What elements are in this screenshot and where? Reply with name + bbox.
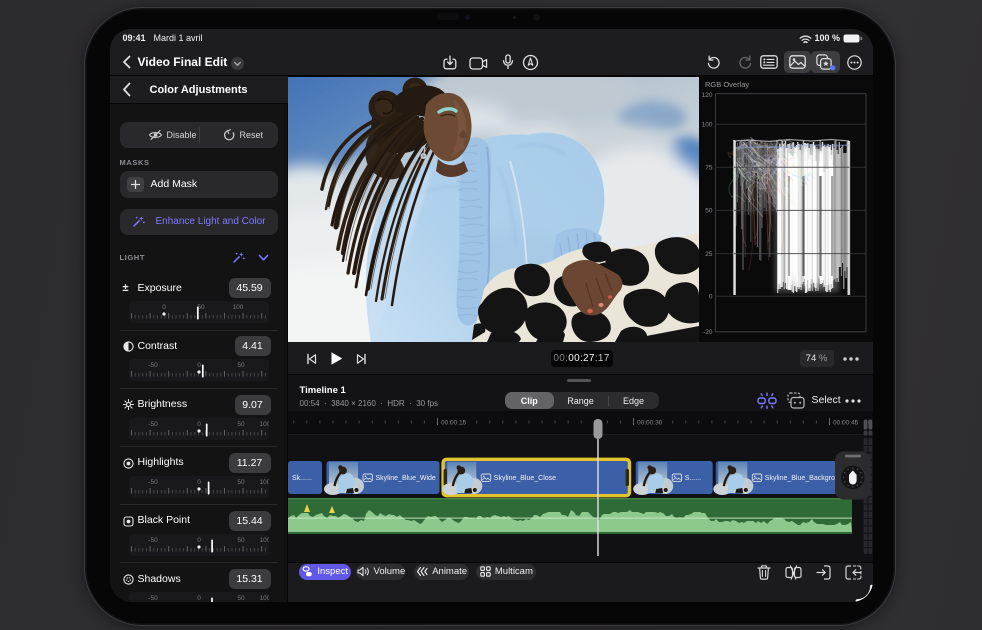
svg-text:100: 100 (259, 421, 268, 428)
svg-text:50: 50 (237, 595, 245, 602)
svg-text:Skyline_Blue_Backgroun: Skyline_Blue_Backgroun (764, 475, 842, 482)
svg-text:-50: -50 (148, 537, 158, 544)
svg-text:-50: -50 (148, 362, 158, 369)
svg-text:0: 0 (162, 304, 166, 311)
svg-text:100: 100 (701, 121, 712, 128)
svg-text:0: 0 (197, 595, 201, 602)
svg-text:S......: S...... (684, 475, 700, 482)
svg-text:Sk......: Sk...... (292, 475, 312, 482)
svg-text:0: 0 (197, 479, 201, 486)
svg-text:25: 25 (705, 250, 713, 257)
svg-text:Skyline_Blue_Wide: Skyline_Blue_Wide (375, 475, 435, 482)
svg-text:RGB Overlay: RGB Overlay (705, 80, 749, 89)
svg-text:50: 50 (705, 207, 713, 214)
svg-text:0: 0 (708, 293, 712, 300)
svg-text:00:00:30: 00:00:30 (637, 419, 663, 426)
svg-text:50: 50 (237, 362, 245, 369)
svg-text:00:00:15: 00:00:15 (441, 419, 467, 426)
svg-text:-50: -50 (148, 421, 158, 428)
svg-text:100: 100 (259, 479, 268, 486)
svg-text:-20: -20 (703, 329, 713, 336)
svg-text:120: 120 (701, 92, 712, 99)
svg-text:-50: -50 (148, 595, 158, 602)
svg-text:0: 0 (197, 421, 201, 428)
svg-text:Skyline_Blue_Close: Skyline_Blue_Close (493, 475, 555, 482)
svg-text:0: 0 (197, 537, 201, 544)
svg-text:50: 50 (237, 421, 245, 428)
svg-text:75: 75 (705, 164, 713, 171)
svg-text:0: 0 (197, 362, 201, 369)
svg-text:100: 100 (259, 595, 268, 602)
svg-text:50: 50 (237, 537, 245, 544)
svg-text:-50: -50 (148, 479, 158, 486)
svg-text:100: 100 (232, 304, 243, 311)
svg-text:50: 50 (237, 479, 245, 486)
svg-text:00:00:45: 00:00:45 (833, 419, 859, 426)
svg-text:100: 100 (259, 537, 268, 544)
